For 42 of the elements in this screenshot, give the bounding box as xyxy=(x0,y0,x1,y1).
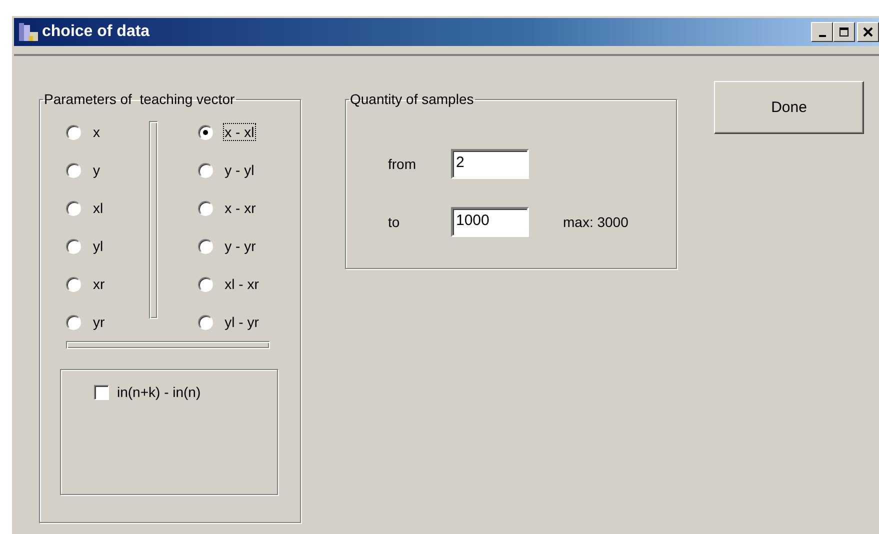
minimize-icon xyxy=(818,35,826,37)
option-label: xr xyxy=(92,275,106,293)
option-label: y xyxy=(92,161,101,179)
building-icon xyxy=(18,22,40,42)
radio-button[interactable] xyxy=(198,314,213,330)
option-label: yr xyxy=(92,313,106,331)
checkbox[interactable] xyxy=(94,384,109,400)
field-label: from xyxy=(388,156,417,172)
radio-button[interactable] xyxy=(198,276,213,292)
radio-button[interactable] xyxy=(198,238,213,254)
radio-button[interactable] xyxy=(66,238,81,254)
option-label: y - yl xyxy=(224,161,256,179)
option-label: xl - xr xyxy=(224,275,260,293)
group-title: Quantity of samples xyxy=(349,91,475,107)
option-label: y - yr xyxy=(224,237,257,255)
close-icon xyxy=(863,27,873,37)
radio-button[interactable] xyxy=(66,276,81,292)
option-label: yl xyxy=(92,237,104,255)
option-label: x xyxy=(92,123,101,141)
radio-button[interactable] xyxy=(66,200,81,216)
input-field[interactable]: 1000 xyxy=(451,207,529,237)
group-title: Parameters of teaching vector xyxy=(43,91,236,107)
field-label: to xyxy=(388,214,401,230)
radio-button[interactable] xyxy=(198,162,213,178)
option-label: x - xr xyxy=(224,199,257,217)
radio-button[interactable] xyxy=(66,124,81,140)
radio-button[interactable] xyxy=(198,124,213,140)
maximize-button[interactable] xyxy=(833,22,855,42)
close-button[interactable] xyxy=(857,22,879,42)
option-label: x - xl xyxy=(222,123,256,141)
option-label: xl xyxy=(92,199,104,217)
radio-button[interactable] xyxy=(66,314,81,330)
maximize-icon xyxy=(839,27,849,37)
radio-button[interactable] xyxy=(198,200,213,216)
radio-button[interactable] xyxy=(66,162,81,178)
done-button[interactable]: Done xyxy=(714,81,864,134)
checkbox-label: in(n+k) - in(n) xyxy=(117,384,201,400)
window-title: choice of data xyxy=(42,23,151,41)
input-field[interactable]: 2 xyxy=(451,149,529,179)
limit-text: max: 3000 xyxy=(563,214,628,230)
option-label: yl - yr xyxy=(224,313,260,331)
minimize-button[interactable] xyxy=(811,22,833,42)
